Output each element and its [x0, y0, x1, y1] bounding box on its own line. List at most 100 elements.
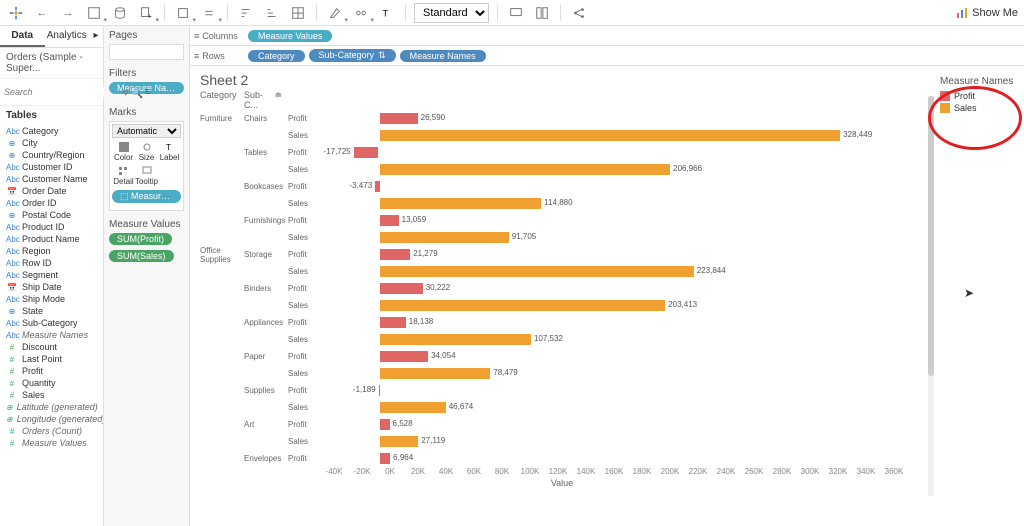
bar-label: 328,449	[843, 130, 872, 139]
mv-pill-sales[interactable]: SUM(Sales)	[109, 250, 174, 262]
logo-icon[interactable]	[6, 3, 26, 23]
field-profit[interactable]: #Profit	[0, 365, 103, 377]
rows-pill-0[interactable]: Category	[248, 50, 305, 62]
field-postal-code[interactable]: ⊕Postal Code	[0, 209, 103, 221]
bar[interactable]	[380, 113, 417, 124]
bar[interactable]	[380, 334, 531, 345]
field-product-id[interactable]: AbcProduct ID	[0, 221, 103, 233]
fields-menu-icon[interactable]: ≡	[145, 82, 151, 102]
field-last-point[interactable]: #Last Point	[0, 353, 103, 365]
columns-shelf[interactable]: ≡Columns Measure Values	[190, 26, 1024, 46]
mv-pill-profit[interactable]: SUM(Profit)	[109, 233, 172, 245]
save-icon[interactable]	[84, 3, 104, 23]
bar-row: BindersProfit30,222	[200, 280, 924, 297]
totals-icon[interactable]	[288, 3, 308, 23]
field-sub-category[interactable]: AbcSub-Category	[0, 317, 103, 329]
field-product-name[interactable]: AbcProduct Name	[0, 233, 103, 245]
marks-type-select[interactable]: Automatic	[112, 124, 181, 138]
field-ship-date[interactable]: 📅Ship Date	[0, 281, 103, 293]
tables-header: Tables	[0, 106, 103, 125]
labels-icon[interactable]: T	[377, 3, 397, 23]
rows-pill-2[interactable]: Measure Names	[400, 50, 486, 62]
bar[interactable]	[380, 368, 490, 379]
group-icon[interactable]	[351, 3, 371, 23]
marks-color-pill[interactable]: ⬚ Measure Names	[112, 190, 181, 203]
field-orders-count-[interactable]: #Orders (Count)	[0, 425, 103, 437]
filters-shelf[interactable]: Filters	[109, 68, 184, 79]
back-icon[interactable]: ←	[32, 3, 52, 23]
field-measure-values[interactable]: #Measure Values	[0, 437, 103, 449]
bar[interactable]	[380, 232, 508, 243]
bar[interactable]	[380, 453, 390, 464]
pages-shelf[interactable]: Pages	[109, 30, 184, 41]
bar[interactable]	[380, 436, 418, 447]
bar[interactable]	[380, 300, 665, 311]
field-country-region[interactable]: ⊕Country/Region	[0, 149, 103, 161]
field-latitude-generated-[interactable]: ⊕Latitude (generated)	[0, 401, 103, 413]
bar[interactable]	[354, 147, 379, 158]
field-category[interactable]: AbcCategory	[0, 125, 103, 137]
showme-button[interactable]: Show Me	[956, 7, 1018, 19]
highlight-ring	[928, 86, 1022, 150]
sort-desc-icon[interactable]	[262, 3, 282, 23]
clear-icon[interactable]	[173, 3, 193, 23]
field-city[interactable]: ⊕City	[0, 137, 103, 149]
field-order-id[interactable]: AbcOrder ID	[0, 197, 103, 209]
bar[interactable]	[379, 385, 381, 396]
bar[interactable]	[380, 317, 405, 328]
bar-row: Sales46,674	[200, 399, 924, 416]
field-customer-name[interactable]: AbcCustomer Name	[0, 173, 103, 185]
bar[interactable]	[380, 351, 428, 362]
rows-pill-1[interactable]: Sub-Category⇅	[309, 49, 396, 62]
field-measure-names[interactable]: AbcMeasure Names	[0, 329, 103, 341]
tab-data[interactable]: Data	[0, 26, 45, 47]
forward-icon[interactable]: →	[58, 3, 78, 23]
filter-fields-icon[interactable]: ▿	[123, 82, 129, 102]
marks-label[interactable]: TLabel	[158, 140, 181, 164]
bar[interactable]	[380, 130, 840, 141]
field-customer-id[interactable]: AbcCustomer ID	[0, 161, 103, 173]
highlight-icon[interactable]	[325, 3, 345, 23]
sheet-title[interactable]: Sheet 2	[200, 72, 924, 88]
bar[interactable]	[380, 198, 541, 209]
field-region[interactable]: AbcRegion	[0, 245, 103, 257]
field-order-date[interactable]: 📅Order Date	[0, 185, 103, 197]
field-row-id[interactable]: AbcRow ID	[0, 257, 103, 269]
field-ship-mode[interactable]: AbcShip Mode	[0, 293, 103, 305]
bar[interactable]	[380, 283, 422, 294]
bar[interactable]	[380, 215, 398, 226]
sort-asc-icon[interactable]	[236, 3, 256, 23]
marks-color[interactable]: Color	[112, 140, 135, 164]
bar[interactable]	[380, 249, 410, 260]
columns-pill[interactable]: Measure Values	[248, 30, 332, 42]
tab-analytics[interactable]: Analytics	[45, 26, 90, 47]
bar[interactable]	[375, 181, 380, 192]
header-subcategory[interactable]: Sub-C...≐	[244, 90, 288, 110]
new-sheet-icon[interactable]: +	[136, 3, 156, 23]
bar[interactable]	[380, 266, 693, 277]
pane-menu-icon[interactable]: ▸	[89, 26, 103, 47]
bar[interactable]	[380, 419, 389, 430]
new-data-icon[interactable]	[110, 3, 130, 23]
chart-area[interactable]: FurnitureChairsProfit26,590Sales328,449T…	[200, 110, 924, 467]
presentation-icon[interactable]	[506, 3, 526, 23]
share-icon[interactable]	[569, 3, 589, 23]
swap-icon[interactable]	[199, 3, 219, 23]
cards-icon[interactable]	[532, 3, 552, 23]
fit-select[interactable]: Standard	[414, 3, 489, 23]
rows-shelf[interactable]: ≡Rows Category Sub-Category⇅ Measure Nam…	[190, 46, 1024, 66]
field-discount[interactable]: #Discount	[0, 341, 103, 353]
marks-detail[interactable]: Detail	[112, 164, 135, 188]
field-state[interactable]: ⊕State	[0, 305, 103, 317]
marks-size[interactable]: Size	[135, 140, 158, 164]
field-quantity[interactable]: #Quantity	[0, 377, 103, 389]
bar[interactable]	[380, 402, 445, 413]
field-sales[interactable]: #Sales	[0, 389, 103, 401]
datasource-row[interactable]: Orders (Sample - Super...	[0, 48, 103, 79]
find-icon[interactable]: 🔍	[131, 82, 143, 102]
bar[interactable]	[380, 164, 670, 175]
field-segment[interactable]: AbcSegment	[0, 269, 103, 281]
marks-tooltip[interactable]: Tooltip	[135, 164, 158, 188]
sort-icon[interactable]: ≐	[274, 90, 282, 110]
field-longitude-generated-[interactable]: ⊕Longitude (generated)	[0, 413, 103, 425]
